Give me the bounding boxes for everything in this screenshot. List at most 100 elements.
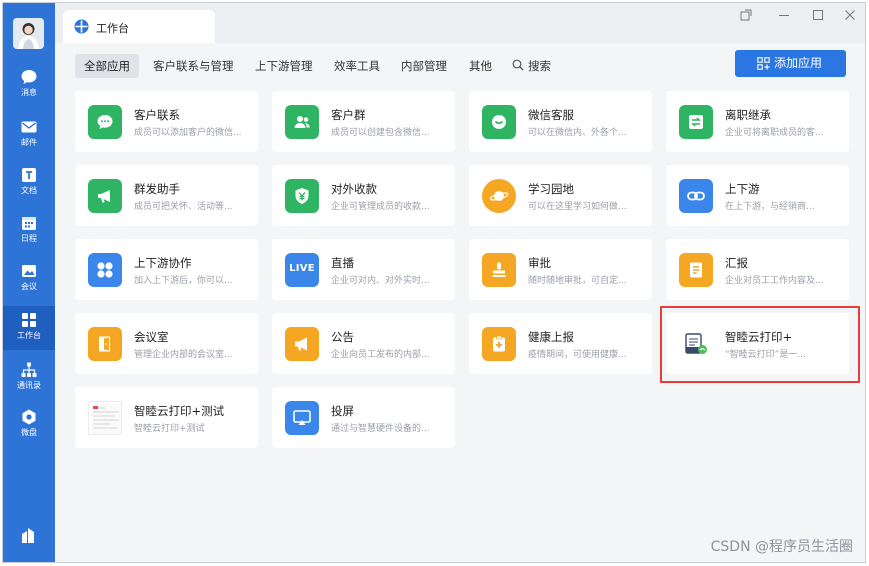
app-desc: 可以在这里学习如何做... xyxy=(528,202,627,212)
app-name: 微信客服 xyxy=(528,108,574,122)
app-card-learning-garden[interactable]: 学习园地 可以在这里学习如何做... xyxy=(469,165,652,226)
workbench-content: 全部应用 客户联系与管理 上下游管理 效率工具 内部管理 其他 搜索 添加应用 … xyxy=(55,43,865,562)
app-card-customer-contact[interactable]: 客户联系 成员可以添加客户的微信... xyxy=(75,91,258,152)
maximize-button[interactable] xyxy=(811,7,825,21)
minimize-icon xyxy=(779,15,789,16)
screen-cast-icon xyxy=(293,410,311,425)
filter-supply-chain[interactable]: 上下游管理 xyxy=(246,54,322,78)
app-desc: 通过与智慧硬件设备的... xyxy=(331,424,430,434)
app-icon-bg xyxy=(482,179,516,213)
filter-all-apps[interactable]: 全部应用 xyxy=(75,54,139,78)
group-icon xyxy=(294,116,310,128)
sidebar-item-label: 通讯录 xyxy=(17,381,41,390)
avatar[interactable] xyxy=(13,18,44,49)
filter-other[interactable]: 其他 xyxy=(460,54,501,78)
app-card-customer-group[interactable]: 客户群 成员可以创建包含微信... xyxy=(272,91,455,152)
sidebar-item-label: 日程 xyxy=(21,234,37,243)
app-icon-bg xyxy=(482,105,516,139)
app-card-upstream-downstream[interactable]: 上下游 在上下游，与经销商... xyxy=(666,165,849,226)
app-icon-bg xyxy=(88,105,122,139)
app-icon-bg xyxy=(88,253,122,287)
tab-workbench[interactable]: 工作台 xyxy=(63,10,215,43)
app-desc: 企业向员工发布的内部... xyxy=(331,350,430,360)
search-icon xyxy=(512,59,524,71)
app-name: 汇报 xyxy=(725,256,748,270)
meeting-icon xyxy=(22,265,36,277)
app-name: 公告 xyxy=(331,330,354,344)
filter-customer[interactable]: 客户联系与管理 xyxy=(144,54,243,78)
chat-bubble-icon xyxy=(97,115,113,129)
more-menu-icon[interactable] xyxy=(19,526,39,544)
app-icon-bg xyxy=(679,105,713,139)
app-desc: 疫情期间，可使用健康... xyxy=(528,350,627,360)
sidebar-item-mail[interactable]: 邮件 xyxy=(3,115,55,155)
app-name: 投屏 xyxy=(331,404,354,418)
pin-window-button[interactable] xyxy=(739,7,753,21)
grid-icon xyxy=(22,313,36,327)
close-button[interactable] xyxy=(843,7,857,21)
transfer-icon xyxy=(689,115,703,129)
sidebar-item-calendar[interactable]: 日程 xyxy=(3,211,55,251)
app-card-supply-collab[interactable]: 上下游协作 加入上下游后，你可以... xyxy=(75,239,258,300)
workbench-logo-icon xyxy=(74,19,89,34)
sidebar-item-label: 邮件 xyxy=(21,138,37,147)
popout-icon xyxy=(740,9,752,21)
app-desc: 成员可以添加客户的微信... xyxy=(134,128,242,138)
sidebar-item-contacts[interactable]: 通讯录 xyxy=(3,358,55,398)
app-card-announcement[interactable]: 公告 企业向员工发布的内部... xyxy=(272,313,455,374)
announcement-icon xyxy=(295,337,307,351)
app-card-live[interactable]: LIVE 直播 企业可对内、对外实时... xyxy=(272,239,455,300)
sidebar-item-docs[interactable]: 文档 xyxy=(3,163,55,203)
app-card-meeting-room[interactable]: 会议室 管理企业内部的会议室... xyxy=(75,313,258,374)
link-icon xyxy=(687,191,705,201)
sidebar-item-workbench[interactable]: 工作台 xyxy=(3,306,55,350)
app-icon-bg xyxy=(88,327,122,361)
close-icon xyxy=(845,10,855,20)
app-card-health-report[interactable]: 健康上报 疫情期间，可使用健康... xyxy=(469,313,652,374)
app-desc: 管理企业内部的会议室... xyxy=(134,350,233,360)
filter-internal[interactable]: 内部管理 xyxy=(392,54,456,78)
app-name: 健康上报 xyxy=(528,330,574,344)
minimize-button[interactable] xyxy=(777,7,791,21)
app-card-report[interactable]: 汇报 企业对员工工作内容及... xyxy=(666,239,849,300)
watermark: CSDN @程序员生活圈 xyxy=(710,539,853,555)
app-card-mass-send[interactable]: 群发助手 成员可把关怀、活动等... xyxy=(75,165,258,226)
sidebar-item-messages[interactable]: 消息 xyxy=(3,65,55,105)
filter-efficiency[interactable]: 效率工具 xyxy=(325,54,389,78)
app-desc: 企业可将离职成员的客... xyxy=(725,128,824,138)
app-card-wechat-service[interactable]: 微信客服 可以在微信内、外各个... xyxy=(469,91,652,152)
app-card-approval[interactable]: 审批 随时随地审批，可自定... xyxy=(469,239,652,300)
app-name: 上下游 xyxy=(725,182,760,196)
app-icon-bg xyxy=(285,401,319,435)
app-icon-bg xyxy=(285,179,319,213)
app-desc: 企业对员工工作内容及... xyxy=(725,276,824,286)
app-card-external-payment[interactable]: 对外收款 企业可管理成员的收款... xyxy=(272,165,455,226)
app-desc: 在上下游，与经销商... xyxy=(725,202,815,212)
app-icon-bg xyxy=(679,179,713,213)
tab-title: 工作台 xyxy=(96,22,129,35)
app-desc: 企业可管理成员的收款... xyxy=(331,202,430,212)
search-button[interactable]: 搜索 xyxy=(503,54,560,78)
app-name: 智睦云打印+测试 xyxy=(134,404,225,418)
live-icon: LIVE xyxy=(289,263,315,274)
app-desc: 可以在微信内、外各个... xyxy=(528,128,627,138)
app-icon-bg xyxy=(285,105,319,139)
app-icon-bg xyxy=(285,327,319,361)
app-desc: 企业可对内、对外实时... xyxy=(331,276,430,286)
app-card-screen-cast[interactable]: 投屏 通过与智慧硬件设备的... xyxy=(272,387,455,448)
drive-icon xyxy=(22,409,36,425)
app-name: 会议室 xyxy=(134,330,169,344)
yuan-shield-icon xyxy=(295,188,309,204)
add-app-label: 添加应用 xyxy=(774,56,823,70)
app-name: 离职继承 xyxy=(725,108,771,122)
sidebar-item-meeting[interactable]: 会议 xyxy=(3,259,55,299)
app-name: 对外收款 xyxy=(331,182,377,196)
add-app-button[interactable]: 添加应用 xyxy=(735,50,846,77)
document-icon xyxy=(22,168,36,182)
app-desc: 智睦云打印+测试 xyxy=(134,424,205,434)
document-thumbnail-icon xyxy=(91,404,121,434)
app-card-resignation-inherit[interactable]: 离职继承 企业可将离职成员的客... xyxy=(666,91,849,152)
app-card-cloud-print-test[interactable]: 智睦云打印+测试 智睦云打印+测试 xyxy=(75,387,258,448)
mail-icon xyxy=(21,121,37,133)
sidebar-item-drive[interactable]: 微盘 xyxy=(3,405,55,445)
